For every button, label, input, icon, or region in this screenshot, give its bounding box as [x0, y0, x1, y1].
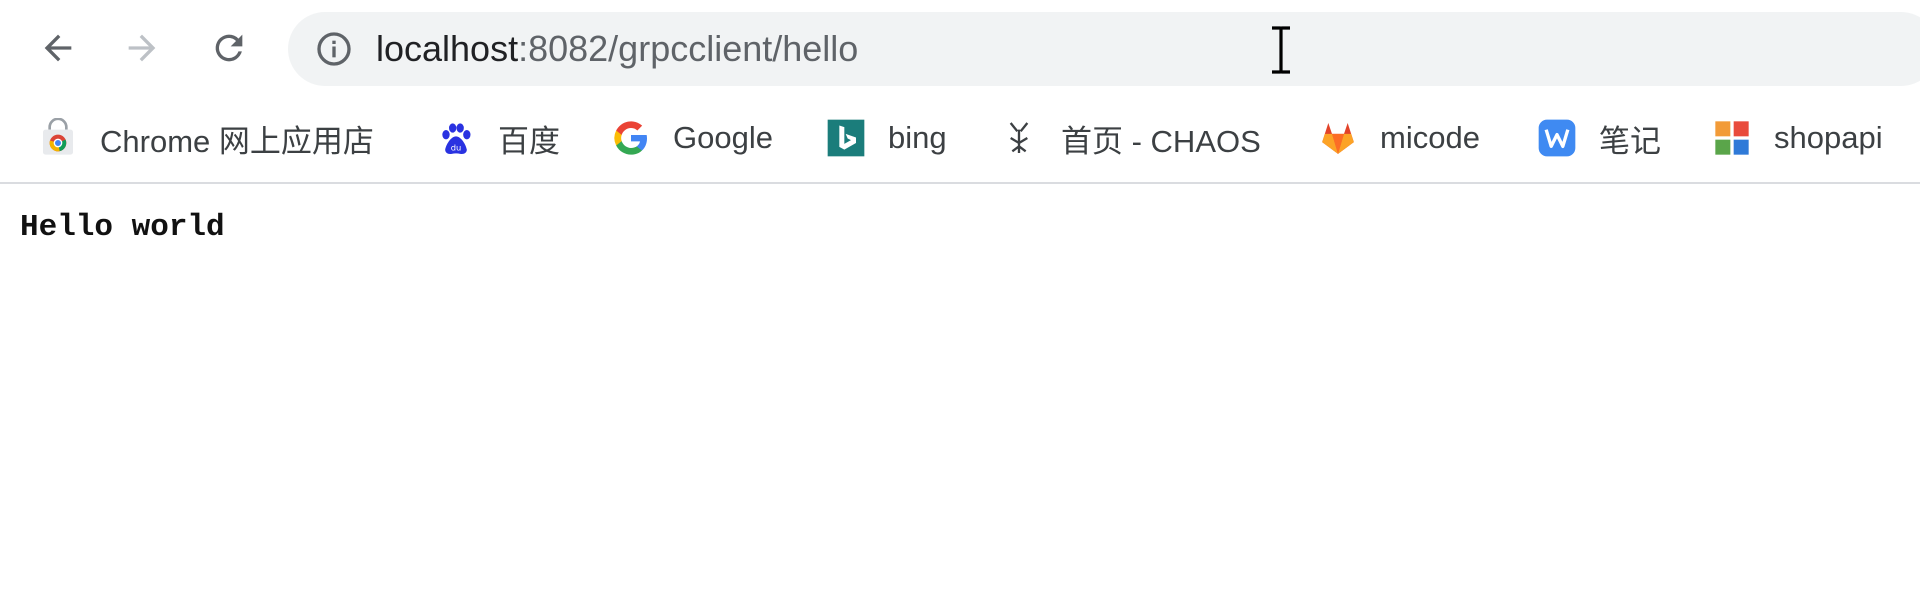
browser-toolbar: localhost:8082/grpcclient/hello	[0, 0, 1920, 98]
arrow-right-icon	[128, 34, 156, 62]
svg-text:du: du	[451, 143, 462, 153]
bookmark-notes[interactable]: 笔记	[1537, 112, 1661, 164]
bookmarks-bar: Chrome 网上应用店 du 百度 Google bing 首页 - CHAO…	[0, 98, 1920, 184]
shopapi-icon	[1712, 118, 1752, 158]
body-text: Hello world	[20, 210, 225, 245]
baidu-paw-icon: du	[436, 118, 476, 158]
bookmark-label: micode	[1380, 120, 1480, 155]
bing-icon	[826, 118, 866, 158]
reload-button[interactable]	[201, 20, 257, 76]
bookmark-shopapi[interactable]: shopapi	[1712, 112, 1883, 164]
info-icon[interactable]	[314, 29, 354, 69]
url-path: :8082/grpcclient/hello	[518, 28, 859, 69]
chrome-webstore-icon	[38, 118, 78, 158]
url-host: localhost	[376, 28, 519, 69]
bookmark-micode[interactable]: micode	[1318, 112, 1480, 164]
google-g-icon	[611, 118, 651, 158]
wiz-note-icon	[1537, 118, 1577, 158]
url-text[interactable]: localhost:8082/grpcclient/hello	[376, 28, 858, 70]
bookmark-chrome-webstore[interactable]: Chrome 网上应用店	[38, 112, 374, 164]
bookmark-label: Chrome 网上应用店	[100, 123, 374, 159]
chaos-icon	[999, 118, 1039, 158]
bookmark-bing[interactable]: bing	[826, 112, 947, 164]
bookmark-baidu[interactable]: du 百度	[436, 112, 560, 164]
gitlab-icon	[1318, 118, 1358, 158]
bookmark-label: 首页 - CHAOS	[1061, 123, 1261, 159]
bookmark-label: bing	[888, 120, 947, 155]
bookmark-label: Google	[673, 120, 773, 155]
bookmark-label: shopapi	[1774, 120, 1883, 155]
bookmark-label: 笔记	[1599, 123, 1661, 159]
reload-icon	[215, 34, 243, 62]
bookmark-google[interactable]: Google	[611, 112, 773, 164]
forward-button[interactable]	[114, 20, 170, 76]
bookmark-chaos[interactable]: 首页 - CHAOS	[999, 112, 1261, 164]
page-content: Hello world	[0, 184, 1920, 596]
bookmark-label: 百度	[498, 123, 560, 159]
back-button[interactable]	[30, 20, 86, 76]
address-bar[interactable]: localhost:8082/grpcclient/hello	[288, 12, 1920, 86]
arrow-left-icon	[44, 34, 72, 62]
text-cursor-icon	[1272, 26, 1290, 74]
